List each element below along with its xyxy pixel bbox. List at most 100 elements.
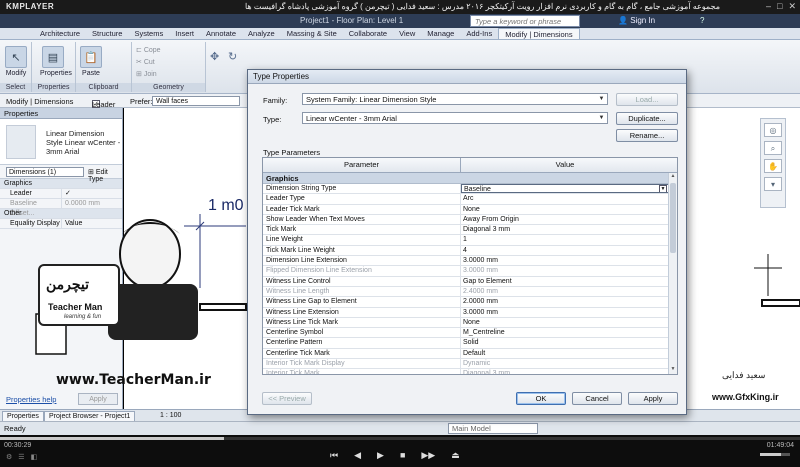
apply-button[interactable]: Apply (628, 392, 678, 405)
tab-manage[interactable]: Manage (421, 28, 460, 39)
zoom-icon[interactable]: ⌕ (764, 141, 782, 155)
tab-modify-dimensions[interactable]: Modify | Dimensions (498, 28, 580, 39)
tab-insert[interactable]: Insert (169, 28, 200, 39)
volume-slider[interactable] (760, 453, 790, 456)
properties-help-link[interactable]: Properties help (6, 395, 56, 404)
table-row[interactable]: Interior Tick Mark Diagonal 3 mm (263, 369, 669, 374)
table-row[interactable]: Witness Line Control Gap to Element (263, 276, 669, 287)
tab-massing-site[interactable]: Massing & Site (281, 28, 343, 39)
maximize-icon[interactable]: □ (777, 1, 782, 12)
preview-button[interactable]: << Preview (262, 392, 312, 405)
table-row[interactable]: Witness Line Extension 3.0000 mm (263, 307, 669, 318)
duplicate-button[interactable]: Duplicate... (616, 112, 678, 125)
load-button[interactable]: Load... (616, 93, 678, 106)
tab-systems[interactable]: Systems (128, 28, 169, 39)
edit-type-button[interactable]: ⊞ Edit Type (88, 168, 122, 183)
parameter-value[interactable]: None (461, 205, 669, 214)
table-row[interactable]: Centerline Pattern Solid (263, 338, 669, 349)
tab-view[interactable]: View (393, 28, 421, 39)
parameter-value[interactable]: 1 (461, 235, 669, 244)
table-row[interactable]: Line Weight 1 (263, 235, 669, 246)
forward-icon[interactable]: ▶▶ (421, 450, 435, 461)
sign-in-link[interactable]: 👤 Sign In (618, 16, 655, 25)
table-row[interactable]: Witness Line Length 2.4000 mm (263, 286, 669, 298)
table-row[interactable]: Centerline Tick Mark Default (263, 348, 669, 360)
parameter-value[interactable]: M_Centreline (461, 328, 669, 337)
scroll-up-icon[interactable]: ▲ (669, 173, 677, 181)
prefer-select[interactable]: Wall faces (152, 96, 240, 106)
table-row[interactable]: Leader Type Arc (263, 194, 669, 205)
instance-filter-select[interactable]: Dimensions (1) (6, 167, 84, 177)
nav-menu-icon[interactable]: ▾ (764, 177, 782, 191)
help-icon[interactable]: ? (700, 16, 704, 25)
parameter-value[interactable]: 3.0000 mm (461, 308, 669, 317)
join-button[interactable]: ⊞ Join (136, 70, 157, 78)
cancel-button[interactable]: Cancel (572, 392, 622, 405)
minimize-icon[interactable]: – (766, 1, 771, 12)
table-row[interactable]: Leader Tick Mark None (263, 204, 669, 215)
rotate-icon[interactable]: ↻ (228, 50, 237, 63)
prev-icon[interactable]: ⏮ (330, 450, 338, 461)
cope-button[interactable]: ⊏ Cope (136, 46, 161, 54)
table-row[interactable]: Centerline Symbol M_Centreline (263, 328, 669, 339)
playlist-icon[interactable]: ☰ (18, 453, 24, 461)
tab-structure[interactable]: Structure (86, 28, 128, 39)
parameter-value[interactable]: Default (461, 349, 669, 358)
rewind-icon[interactable]: ◀ (354, 450, 361, 461)
table-row[interactable]: Witness Line Gap to Element 2.0000 mm (263, 297, 669, 308)
properties-apply-button[interactable]: Apply (78, 393, 118, 405)
parameter-value[interactable]: 2.0000 mm (461, 297, 669, 306)
scroll-down-icon[interactable]: ▼ (669, 366, 677, 374)
parameter-value[interactable]: Solid (461, 338, 669, 347)
type-selector[interactable]: Linear Dimension Style Linear wCenter - … (0, 119, 122, 165)
parameter-value[interactable]: Diagonal 3 mm (461, 225, 669, 234)
paste-button[interactable]: 📋 Paste (78, 46, 104, 77)
parameter-value[interactable]: None (461, 318, 669, 327)
table-row[interactable]: Show Leader When Text Moves Away From Ori… (263, 214, 669, 226)
tab-annotate[interactable]: Annotate (200, 28, 242, 39)
modify-button[interactable]: ↖ Modify (3, 46, 29, 77)
play-icon[interactable]: ▶ (377, 450, 384, 461)
chevron-down-icon[interactable]: ▼ (659, 185, 667, 193)
table-row[interactable]: Dimension Line Extension 3.0000 mm (263, 256, 669, 267)
close-icon[interactable]: ✕ (788, 1, 796, 12)
rename-button[interactable]: Rename... (616, 129, 678, 142)
model-select[interactable]: Main Model (448, 423, 538, 434)
parameter-value[interactable]: Gap to Element (461, 277, 669, 286)
property-value[interactable]: 0.0000 mm (62, 199, 122, 208)
parameter-value[interactable]: 3.0000 mm (461, 256, 669, 265)
3d-icon[interactable]: ◧ (31, 453, 38, 461)
tab-analyze[interactable]: Analyze (242, 28, 281, 39)
dimension-text[interactable]: 1 m0 (208, 197, 244, 215)
table-row[interactable]: Tick Mark Diagonal 3 mm (263, 225, 669, 236)
eject-icon[interactable]: ⏏ (451, 450, 460, 461)
scroll-thumb[interactable] (670, 183, 676, 253)
table-row[interactable]: Dimension String Type Baseline ▼ (263, 184, 669, 195)
type-select[interactable]: Linear wCenter - 3mm Arial ▼ (302, 112, 608, 124)
cut-button[interactable]: ✂ Cut (136, 58, 155, 66)
stop-icon[interactable]: ■ (400, 450, 405, 461)
search-input[interactable] (470, 15, 580, 27)
grid-scrollbar[interactable]: ▲ ▼ (668, 173, 677, 374)
move-icon[interactable]: ✥ (210, 50, 219, 63)
view-scale[interactable]: 1 : 100 (160, 412, 181, 419)
steering-wheel-icon[interactable]: ◎ (764, 123, 782, 137)
properties-button[interactable]: ▤ Properties (40, 46, 72, 77)
seek-bar[interactable] (0, 437, 800, 440)
parameter-value[interactable]: Baseline ▼ (461, 184, 669, 194)
tab-collaborate[interactable]: Collaborate (343, 28, 393, 39)
category-graphics[interactable]: Graphics (263, 173, 669, 184)
table-row[interactable]: Tick Mark Line Weight 4 (263, 245, 669, 257)
property-value[interactable]: ✓ (62, 189, 122, 198)
table-row[interactable]: Witness Line Tick Mark None (263, 317, 669, 329)
settings-icon[interactable]: ⚙ (6, 453, 12, 461)
table-row[interactable]: Interior Tick Mark Display Dynamic (263, 359, 669, 370)
family-select[interactable]: System Family: Linear Dimension Style ▼ (302, 93, 608, 105)
tab-architecture[interactable]: Architecture (34, 28, 86, 39)
ok-button[interactable]: OK (516, 392, 566, 405)
tab-add-ins[interactable]: Add-Ins (460, 28, 498, 39)
parameter-value[interactable]: Away From Origin (461, 215, 669, 224)
pan-icon[interactable]: ✋ (764, 159, 782, 173)
parameter-value[interactable]: Arc (461, 194, 669, 203)
parameter-value[interactable]: 4 (461, 246, 669, 255)
